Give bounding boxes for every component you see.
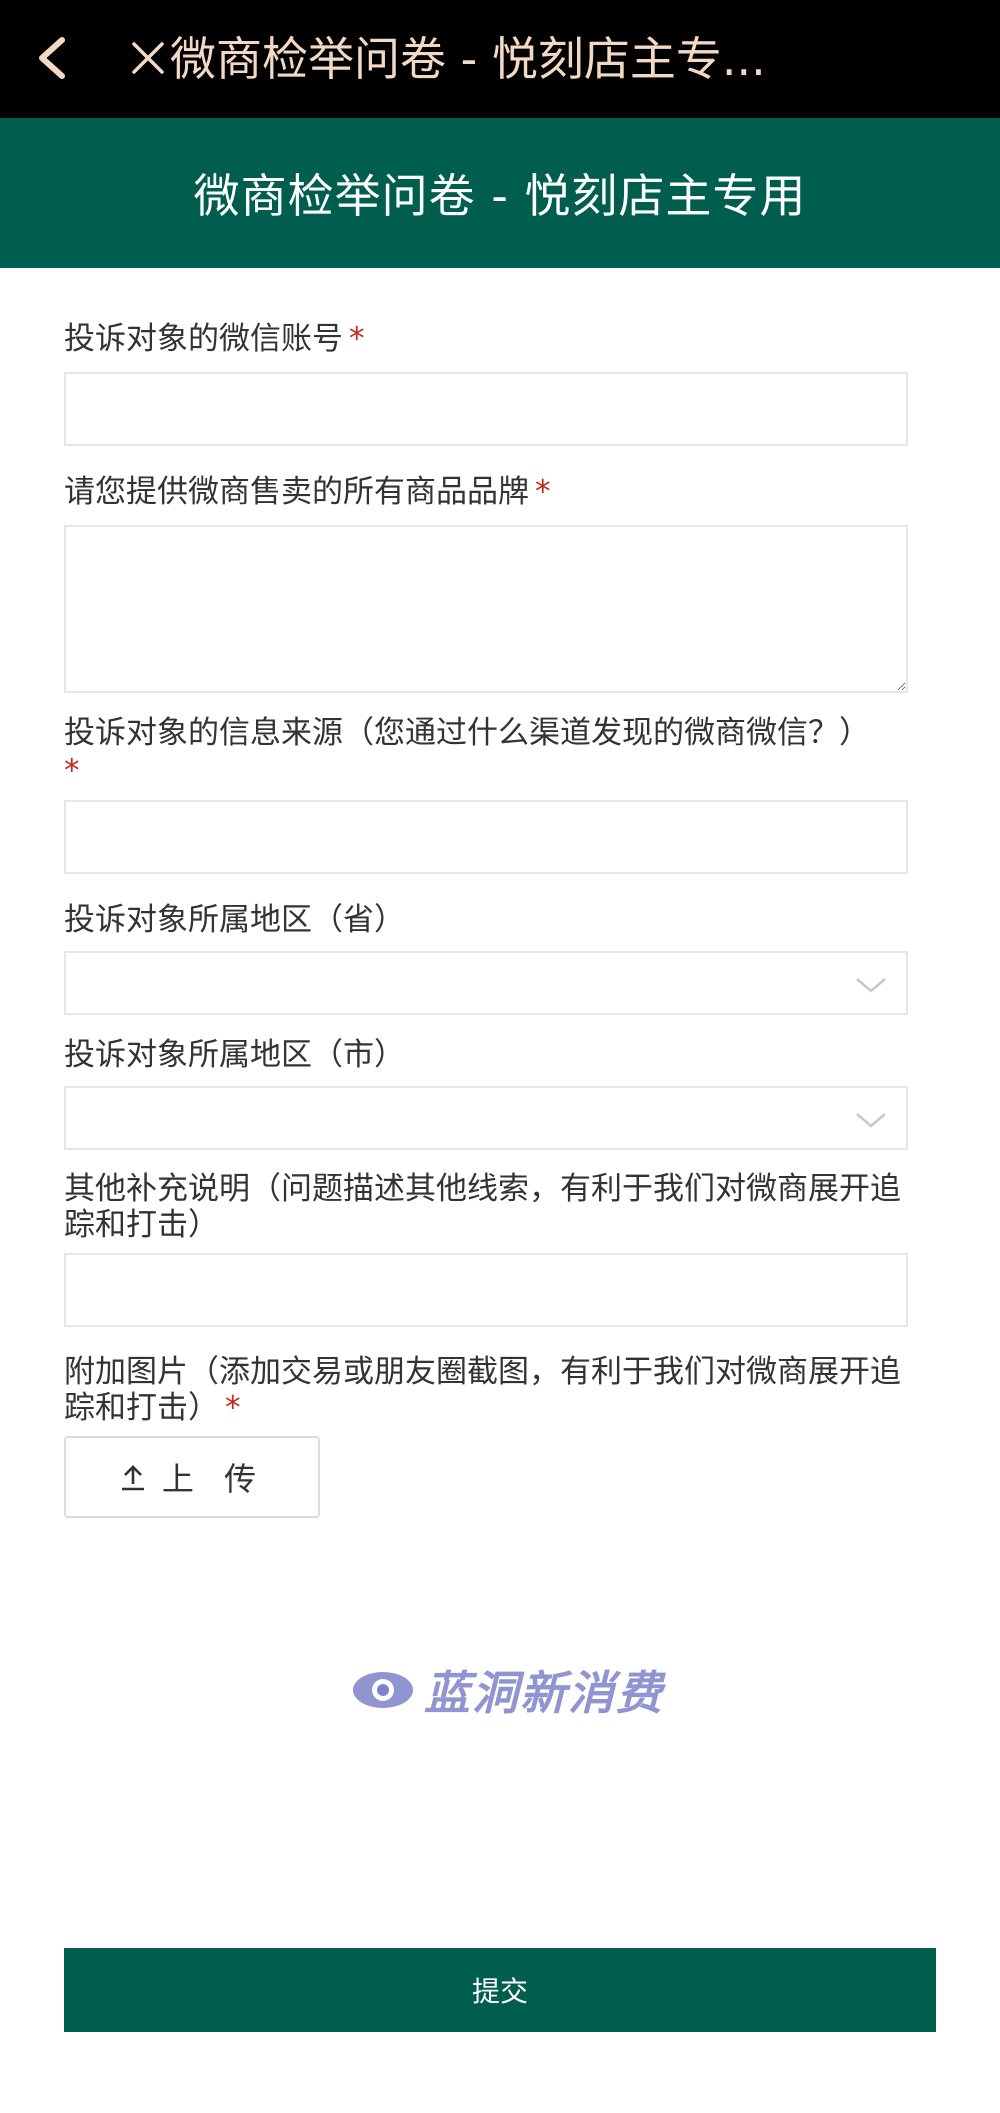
chevron-down-icon <box>856 1113 886 1128</box>
page-title: 微商检举问卷 - 悦刻店主专用 <box>193 169 807 223</box>
wechat-account-input[interactable] <box>64 372 908 446</box>
field-label-wechat-account: 投诉对象的微信账号 * <box>64 321 365 357</box>
top-app-bar: 微商检举问卷 - 悦刻店主专... <box>0 0 1000 118</box>
window-title: 微商检举问卷 - 悦刻店主专... <box>170 32 766 86</box>
city-select[interactable] <box>64 1086 908 1150</box>
field-label-info-source: 投诉对象的信息来源（您通过什么渠道发现的微商微信？） * <box>64 715 870 789</box>
province-select[interactable] <box>64 951 908 1015</box>
chevron-down-icon <box>856 978 886 993</box>
required-mark: * <box>535 474 551 510</box>
eye-logo-icon <box>353 1672 413 1708</box>
field-label-attach-images: 附加图片（添加交易或朋友圈截图，有利于我们对微商展开追踪和打击） * <box>64 1354 901 1426</box>
submit-button[interactable]: 提交 <box>64 1948 936 2032</box>
field-label-brands: 请您提供微商售卖的所有商品品牌 * <box>64 474 551 510</box>
chevron-left-icon <box>39 37 65 79</box>
watermark-text: 蓝洞新消费 <box>424 1666 664 1720</box>
field-label-province: 投诉对象所属地区（省） <box>64 902 405 938</box>
upload-icon <box>121 1465 144 1491</box>
back-button[interactable] <box>22 28 82 88</box>
required-mark: * <box>225 1390 241 1426</box>
upload-button[interactable]: 上 传 <box>64 1436 320 1518</box>
watermark: 蓝洞新消费 <box>350 1660 670 1720</box>
close-button[interactable] <box>126 28 170 88</box>
upload-button-label: 上 传 <box>161 1460 267 1498</box>
additional-notes-input[interactable] <box>64 1253 908 1327</box>
close-icon <box>132 42 164 74</box>
field-label-additional-notes: 其他补充说明（问题描述其他线索，有利于我们对微商展开追踪和打击） <box>64 1171 901 1243</box>
info-source-input[interactable] <box>64 800 908 874</box>
required-mark: * <box>64 753 80 789</box>
brands-textarea[interactable] <box>64 525 908 693</box>
required-mark: * <box>349 321 365 357</box>
page-header: 微商检举问卷 - 悦刻店主专用 <box>0 118 1000 268</box>
field-label-city: 投诉对象所属地区（市） <box>64 1037 405 1073</box>
